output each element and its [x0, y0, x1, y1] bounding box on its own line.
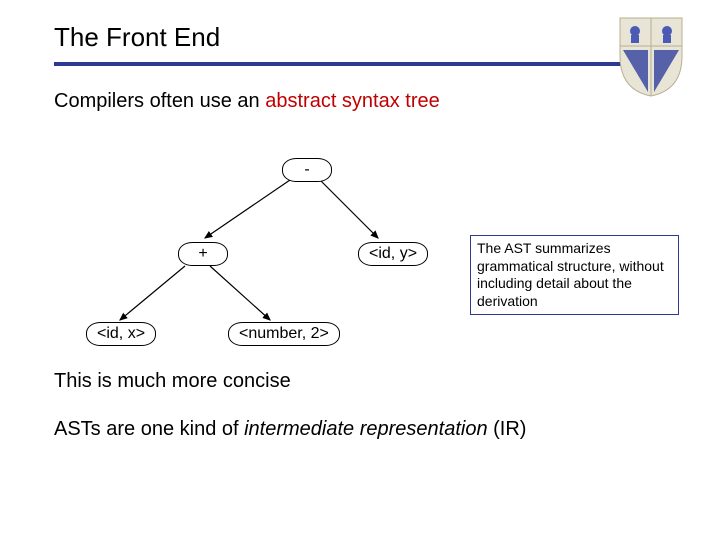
node-id-y: <id, y>	[358, 242, 428, 266]
intro-line: Compilers often use an abstract syntax t…	[54, 90, 440, 113]
node-number-2: <number, 2>	[228, 322, 340, 346]
page-title: The Front End	[54, 22, 220, 53]
ir-line: ASTs are one kind of intermediate repres…	[54, 418, 526, 441]
ast-tree: - + <id, y> <id, x> <number, 2>	[60, 150, 480, 370]
title-underline	[54, 62, 666, 66]
concise-line: This is much more concise	[54, 370, 291, 393]
slide: The Front End Compilers often use an abs…	[0, 0, 720, 540]
ir-suffix: (IR)	[488, 418, 527, 440]
ir-term: intermediate representation	[244, 418, 487, 440]
callout-text-a: The	[477, 240, 504, 256]
node-id-x: <id, x>	[86, 322, 156, 346]
ir-prefix: ASTs are one kind of	[54, 418, 244, 440]
callout-box: The AST summarizes grammatical structure…	[470, 235, 679, 315]
node-root: -	[282, 158, 332, 182]
crest-logo	[618, 16, 684, 98]
intro-term: abstract syntax tree	[265, 90, 440, 112]
callout-text-b: AST	[504, 240, 531, 256]
node-plus: +	[178, 242, 228, 266]
intro-prefix: Compilers often use an	[54, 90, 265, 112]
